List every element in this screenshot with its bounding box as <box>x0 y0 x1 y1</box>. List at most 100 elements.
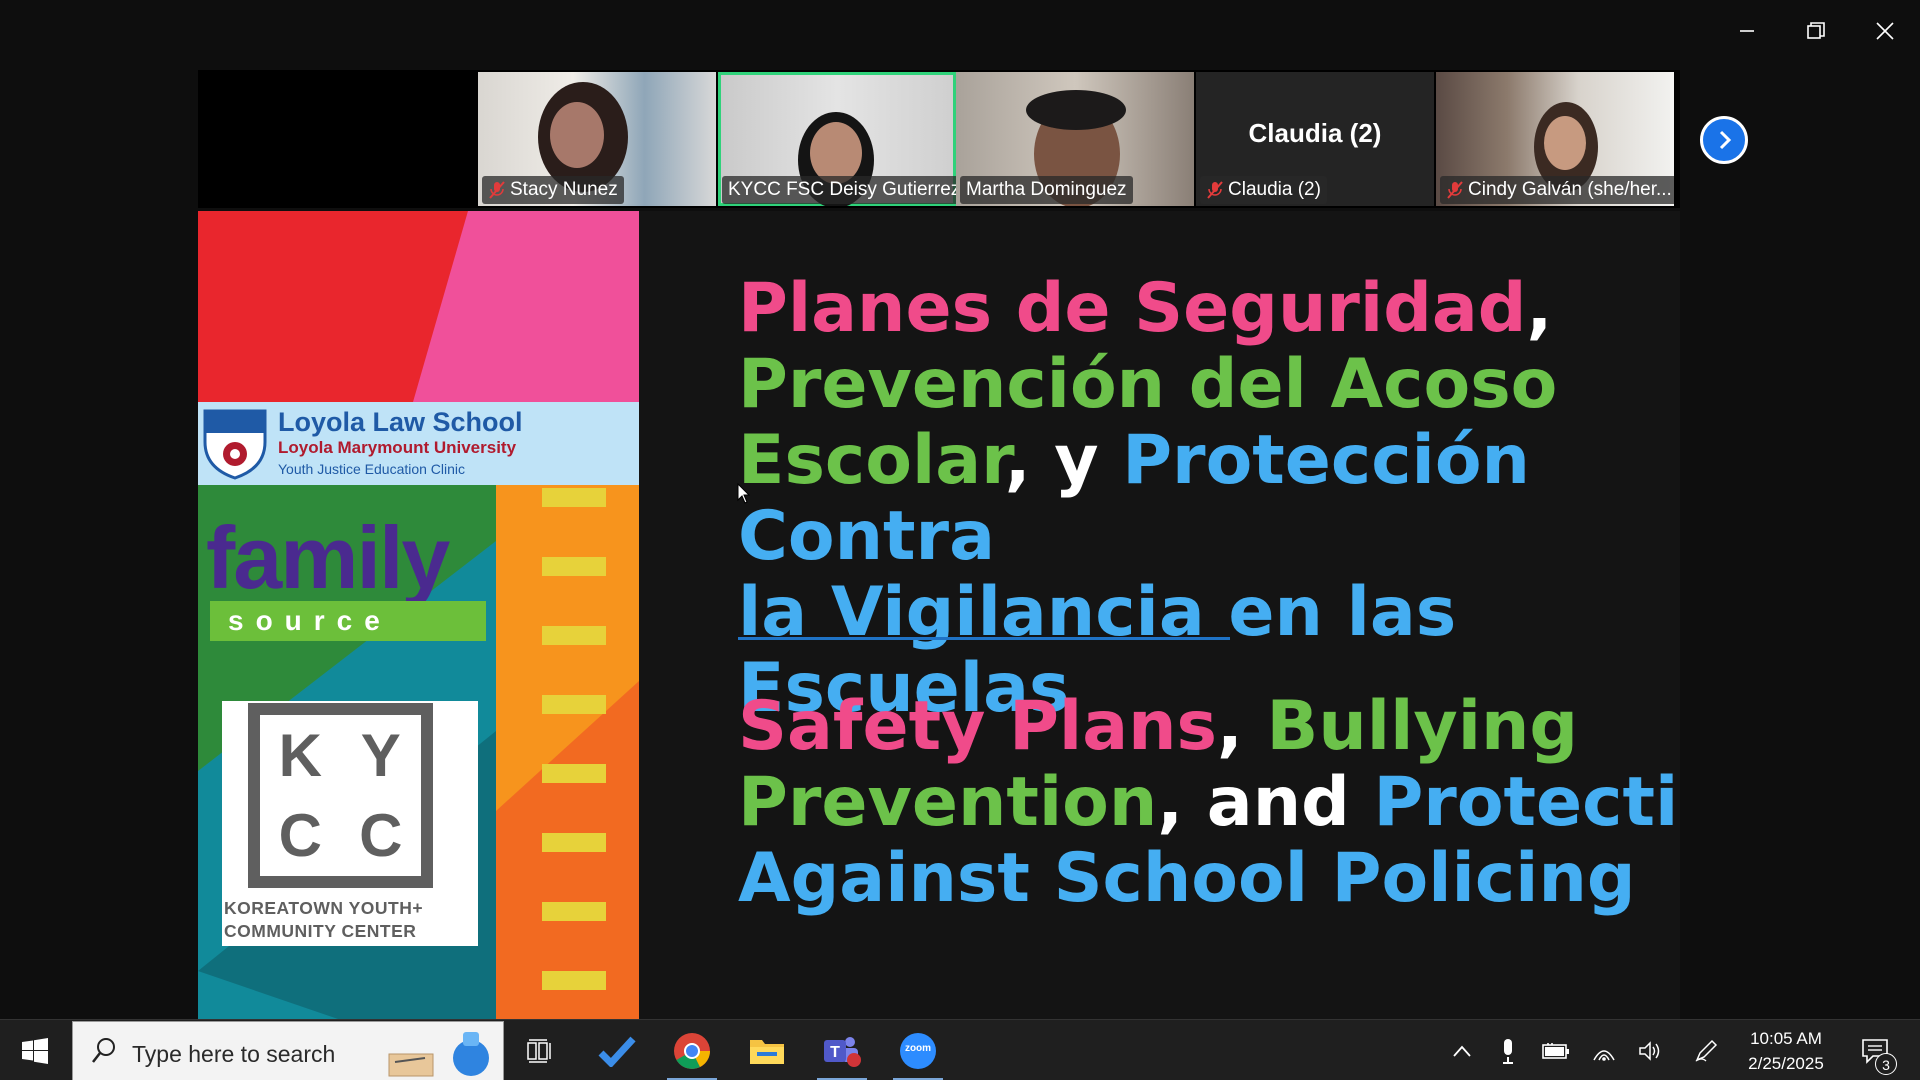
start-button[interactable] <box>0 1020 70 1080</box>
show-hidden-icons-button[interactable] <box>1444 1020 1480 1080</box>
participant-name-label: KYCC FSC Deisy Gutierrez <box>722 176 956 204</box>
chrome-app-button[interactable] <box>661 1020 723 1080</box>
slide-logo-panel: Loyola Law School Loyola Marymount Unive… <box>198 211 639 1019</box>
teams-app-button[interactable]: T <box>811 1020 873 1080</box>
participant-tile-active-speaker[interactable]: KYCC FSC Deisy Gutierrez <box>718 72 956 206</box>
participant-tile[interactable]: Claudia (2) Claudia (2) <box>1196 72 1434 206</box>
file-explorer-icon <box>750 1039 784 1064</box>
chevron-up-icon <box>1453 1045 1471 1057</box>
close-button[interactable] <box>1852 8 1918 54</box>
notification-count-badge: 3 <box>1875 1053 1897 1075</box>
decorative-stripe <box>542 626 606 645</box>
kycc-letter: C <box>359 802 403 870</box>
restore-icon <box>1807 22 1825 39</box>
pen-tray-button[interactable] <box>1688 1020 1724 1080</box>
loyola-law-school-logo: Loyola Law School Loyola Marymount Unive… <box>198 402 639 485</box>
network-tray-button[interactable] <box>1584 1020 1624 1080</box>
loyola-shield-icon <box>203 409 267 480</box>
action-center-button[interactable]: 3 <box>1850 1020 1900 1080</box>
decorative-stripe <box>542 833 606 852</box>
title-es-part: , <box>1526 269 1553 348</box>
loyola-marymount-subtitle: Loyola Marymount University <box>278 438 517 457</box>
title-en-part: , <box>1217 687 1267 766</box>
restore-button[interactable] <box>1783 8 1849 54</box>
task-view-button[interactable] <box>510 1020 572 1080</box>
title-es-part: , y <box>1004 421 1123 500</box>
shared-screen-slide: Loyola Law School Loyola Marymount Unive… <box>198 211 1680 1019</box>
search-highlight-illustration-icon <box>388 1032 489 1077</box>
participant-name-label: Claudia (2) <box>1200 176 1327 204</box>
participant-name-label: Stacy Nunez <box>482 176 624 204</box>
mic-muted-icon <box>489 181 505 199</box>
file-explorer-button[interactable] <box>736 1020 798 1080</box>
title-es-part: Prevención del Acoso <box>738 345 1558 424</box>
participant-face <box>550 102 604 168</box>
family-source-logo-title: family <box>206 508 450 607</box>
zoom-meeting-window: Stacy Nunez KYCC FSC Deisy Gutierrez Mar… <box>0 0 1920 1080</box>
title-en-part: Bullying <box>1266 687 1579 766</box>
participant-face <box>1544 116 1586 170</box>
chrome-icon <box>674 1032 710 1069</box>
taskbar-search-box[interactable]: Type here to search <box>72 1021 504 1080</box>
kycc-letter: K <box>278 721 322 789</box>
decorative-stripe <box>542 557 606 576</box>
kycc-caption-line: COMMUNITY CENTER <box>224 921 417 941</box>
participant-tile[interactable]: Stacy Nunez <box>478 72 716 206</box>
microphone-tray-button[interactable] <box>1490 1020 1526 1080</box>
zoom-icon-label: zoom <box>904 1043 932 1054</box>
teams-icon: T <box>824 1036 861 1067</box>
title-en-part: , and <box>1157 763 1374 842</box>
speaker-icon <box>1639 1040 1660 1061</box>
volume-tray-button[interactable] <box>1630 1020 1670 1080</box>
mic-muted-icon <box>1447 181 1463 199</box>
mouse-cursor-icon <box>737 483 751 504</box>
participant-name: Martha Dominguez <box>966 179 1127 200</box>
participant-name-label: Cindy Galván (she/her... <box>1440 176 1674 204</box>
zoom-app-button[interactable]: zoom <box>887 1020 949 1080</box>
decorative-stripe <box>542 488 606 507</box>
title-en-part: Safety Plans <box>738 687 1217 766</box>
kycc-letter: Y <box>360 721 401 789</box>
participant-hair <box>1026 90 1126 130</box>
youth-justice-clinic-label: Youth Justice Education Clinic <box>278 461 466 477</box>
title-en-part: Against School Policing <box>738 839 1636 918</box>
decorative-stripe <box>542 902 606 921</box>
battery-tray-button[interactable] <box>1536 1020 1576 1080</box>
decorative-stripe <box>542 695 606 714</box>
windows-logo-icon <box>22 1037 48 1064</box>
search-icon <box>92 1038 115 1063</box>
search-placeholder: Type here to search <box>132 1041 336 1067</box>
kycc-logo-mark: K Y C C <box>248 703 433 888</box>
todo-icon <box>598 1036 636 1067</box>
participant-video-strip: Stacy Nunez KYCC FSC Deisy Gutierrez Mar… <box>198 70 1680 208</box>
title-es-part: Escolar <box>738 421 1005 500</box>
todo-app-button[interactable] <box>586 1020 648 1080</box>
clock-date: 2/25/2025 <box>1748 1054 1824 1073</box>
participant-name: Claudia (2) <box>1228 179 1321 200</box>
participant-name-label: Martha Dominguez <box>960 176 1133 204</box>
kycc-letter: C <box>278 802 322 870</box>
taskbar-clock[interactable]: 10:05 AM 2/25/2025 <box>1730 1026 1842 1076</box>
participant-tile[interactable]: Martha Dominguez <box>956 72 1194 206</box>
title-es-part: Planes de Seguridad <box>738 269 1527 348</box>
title-en-part: Prevention <box>738 763 1158 842</box>
battery-charging-icon <box>1542 1042 1569 1059</box>
slide-divider <box>738 637 1230 640</box>
chevron-right-icon <box>1719 130 1732 150</box>
next-participants-button[interactable] <box>1700 116 1748 164</box>
participant-tile[interactable]: Cindy Galván (she/her... <box>1436 72 1674 206</box>
task-view-icon <box>527 1038 551 1063</box>
kycc-logo: K Y C C KOREATOWN YOUTH+ COMMUNITY CENTE… <box>222 701 478 946</box>
kycc-logo-caption: KOREATOWN YOUTH+ COMMUNITY CENTER <box>224 897 480 943</box>
participant-face <box>810 122 862 184</box>
slide-title-spanish: Planes de Seguridad, Prevención del Acos… <box>738 271 1680 727</box>
participant-name: KYCC FSC Deisy Gutierrez <box>728 179 956 200</box>
family-source-logo-subtitle: source <box>210 601 486 641</box>
wifi-icon <box>1593 1049 1615 1061</box>
participant-name: Cindy Galván (she/her... <box>1468 179 1672 200</box>
minimize-button[interactable] <box>1714 8 1780 54</box>
close-icon <box>1876 22 1894 40</box>
mic-muted-icon <box>1207 181 1223 199</box>
clock-time: 10:05 AM <box>1750 1029 1822 1048</box>
decorative-stripe <box>542 971 606 990</box>
